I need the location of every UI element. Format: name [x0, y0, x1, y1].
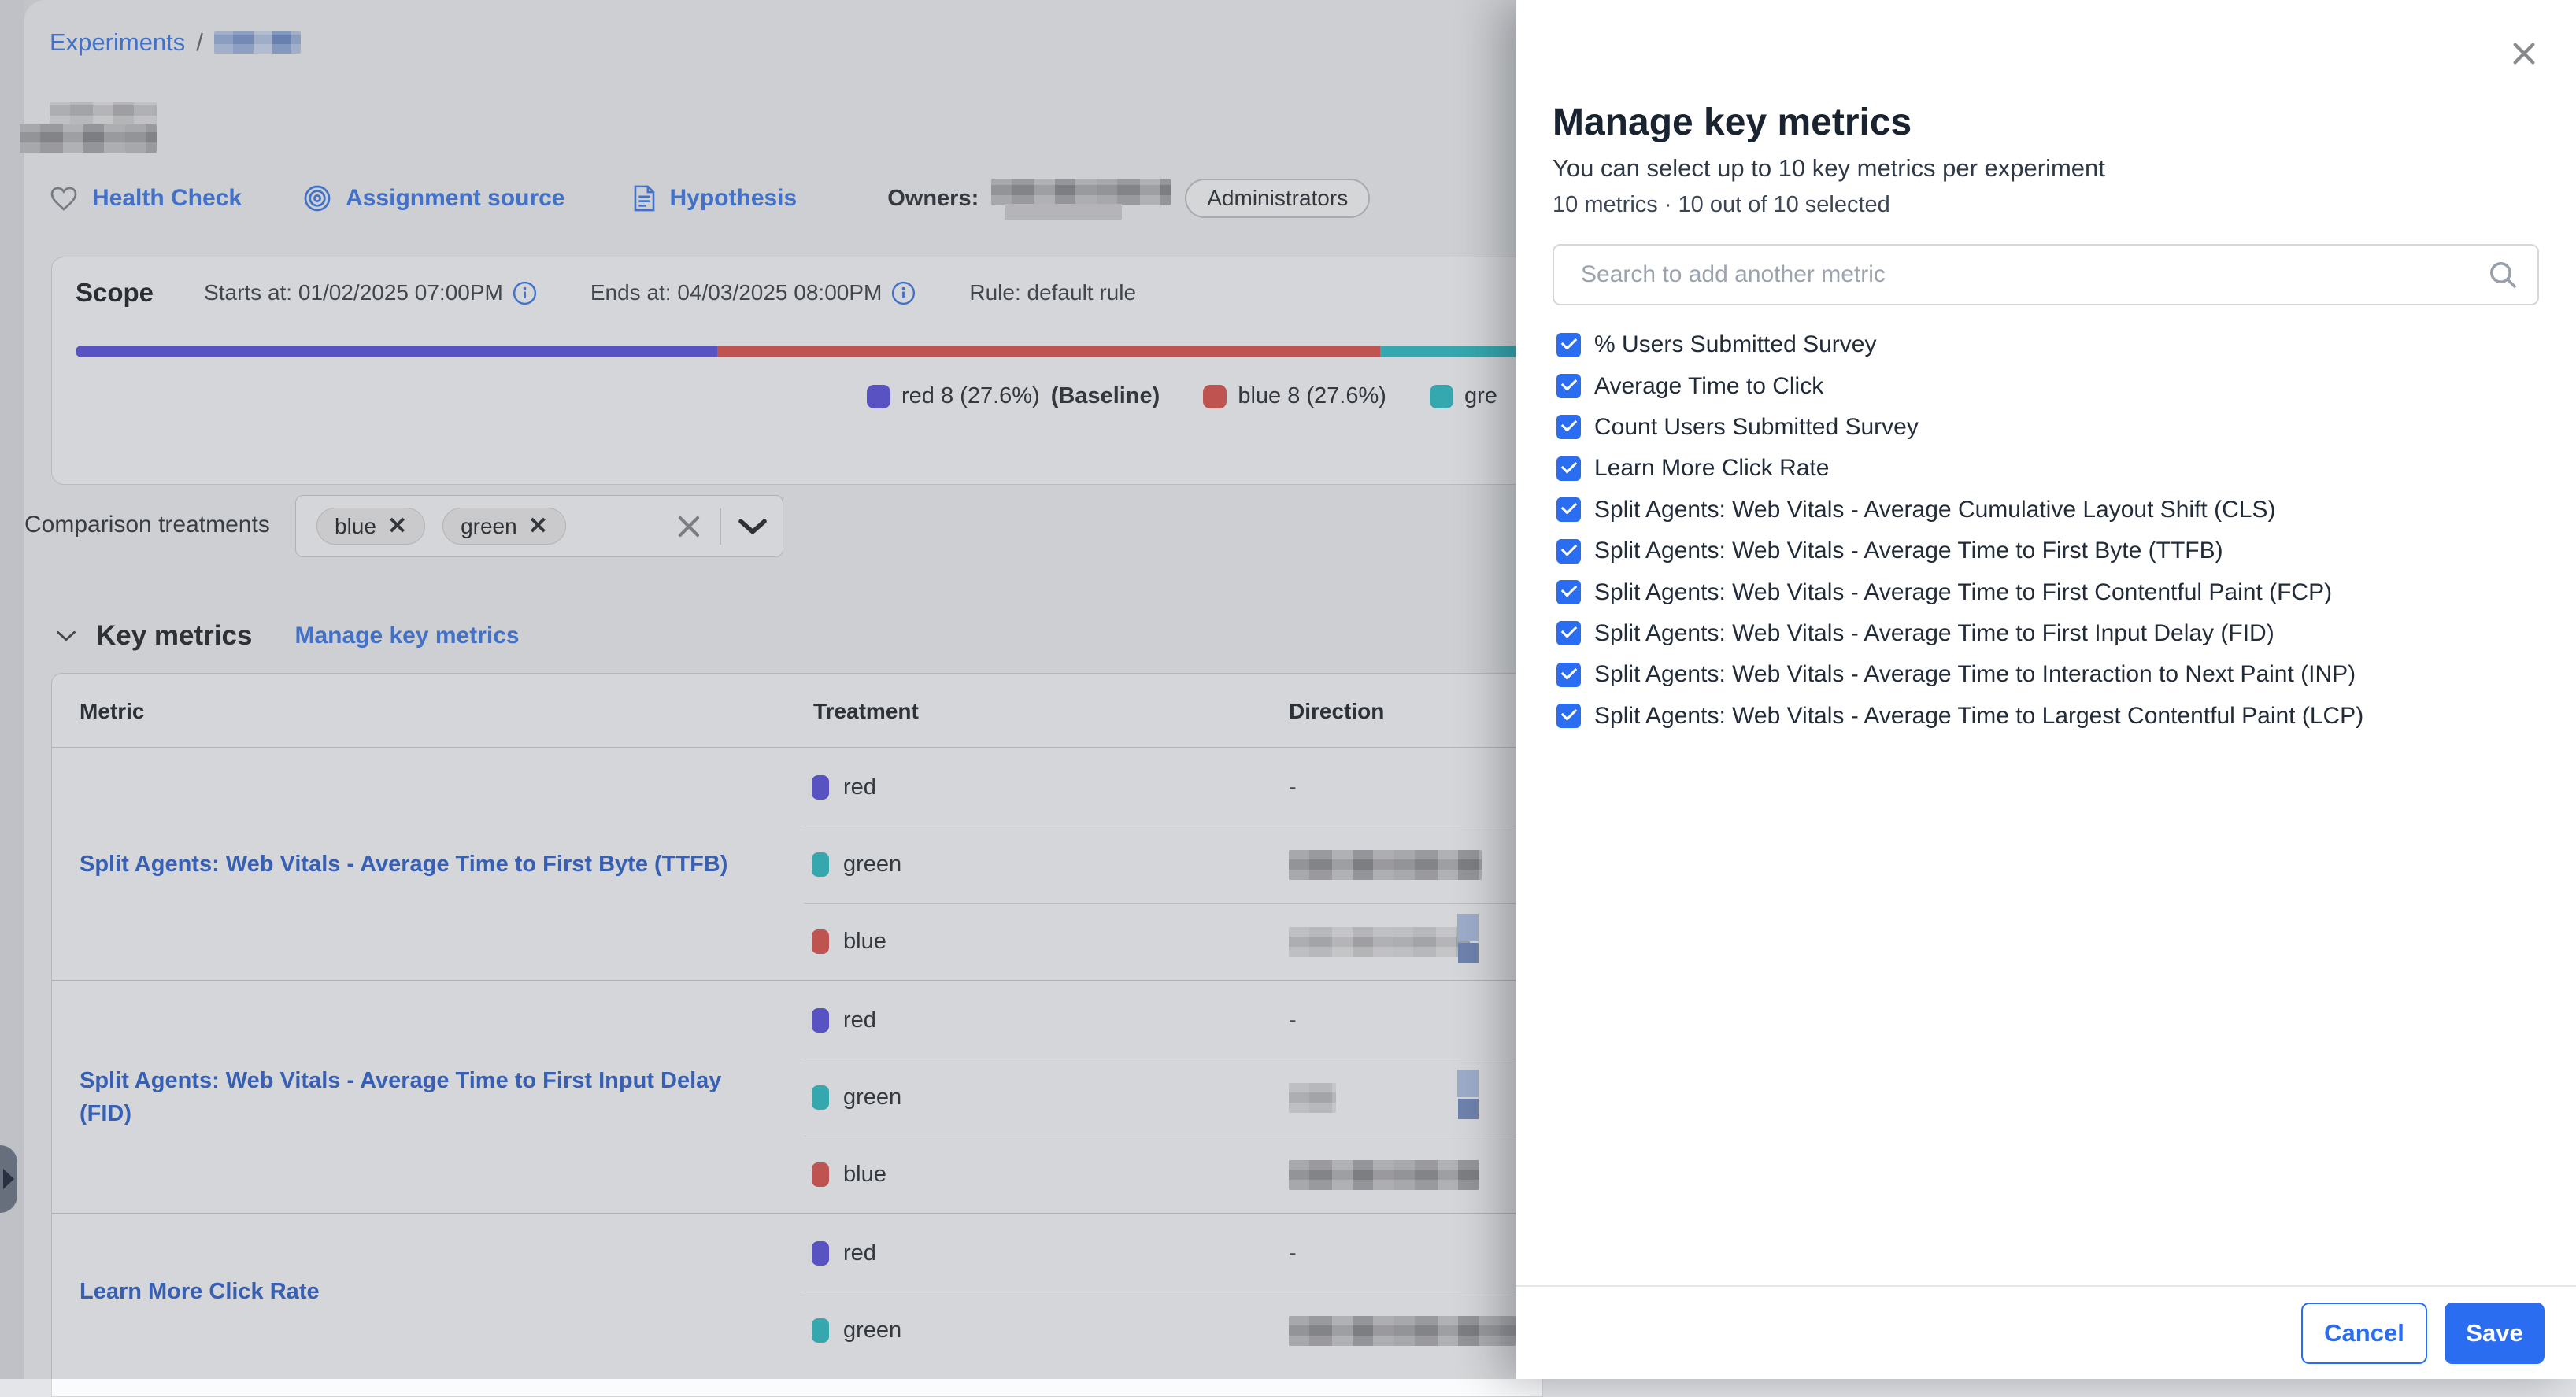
checkbox-checked[interactable] [1556, 333, 1581, 357]
metric-option[interactable]: Split Agents: Web Vitals - Average Time … [1553, 571, 2545, 612]
checkbox-checked[interactable] [1556, 415, 1581, 439]
checkbox-checked[interactable] [1556, 374, 1581, 398]
metric-option[interactable]: % Users Submitted Survey [1553, 324, 2545, 365]
metric-option[interactable]: Average Time to Click [1553, 365, 2545, 406]
metric-option-label: Average Time to Click [1594, 373, 1823, 400]
metric-search [1553, 244, 2539, 305]
drawer-selection-count: 10 metrics · 10 out of 10 selected [1553, 192, 1890, 218]
metric-option-label: Split Agents: Web Vitals - Average Time … [1594, 703, 2363, 730]
manage-key-metrics-drawer: Manage key metrics You can select up to … [1516, 0, 2576, 1379]
metric-option-label: Learn More Click Rate [1594, 455, 1829, 482]
drawer-title: Manage key metrics [1553, 101, 1912, 144]
close-button[interactable] [2505, 35, 2543, 72]
drawer-subtitle: You can select up to 10 key metrics per … [1553, 154, 2105, 183]
metric-search-input[interactable] [1553, 244, 2539, 305]
checkbox-checked[interactable] [1556, 621, 1581, 645]
checkbox-checked[interactable] [1556, 580, 1581, 604]
save-button[interactable]: Save [2445, 1303, 2545, 1364]
metric-option[interactable]: Learn More Click Rate [1553, 448, 2545, 489]
metric-option-label: Count Users Submitted Survey [1594, 414, 1919, 441]
checkbox-checked[interactable] [1556, 663, 1581, 687]
metric-option-label: Split Agents: Web Vitals - Average Time … [1594, 579, 2332, 606]
metric-option[interactable]: Split Agents: Web Vitals - Average Time … [1553, 696, 2545, 737]
metric-option-label: Split Agents: Web Vitals - Average Cumul… [1594, 497, 2275, 523]
metric-option-label: Split Agents: Web Vitals - Average Time … [1594, 620, 2274, 647]
checkbox-checked[interactable] [1556, 704, 1581, 728]
metric-option-label: % Users Submitted Survey [1594, 331, 1876, 358]
metric-option[interactable]: Split Agents: Web Vitals - Average Time … [1553, 530, 2545, 571]
metric-option[interactable]: Split Agents: Web Vitals - Average Cumul… [1553, 490, 2545, 530]
metric-option[interactable]: Split Agents: Web Vitals - Average Time … [1553, 613, 2545, 654]
metric-option[interactable]: Split Agents: Web Vitals - Average Time … [1553, 654, 2545, 695]
metric-option[interactable]: Count Users Submitted Survey [1553, 407, 2545, 448]
drawer-footer: Cancel Save [1516, 1285, 2576, 1379]
cancel-button[interactable]: Cancel [2301, 1303, 2427, 1364]
metric-option-label: Split Agents: Web Vitals - Average Time … [1594, 661, 2356, 688]
checkbox-checked[interactable] [1556, 456, 1581, 481]
search-icon [2487, 259, 2519, 290]
checkbox-checked[interactable] [1556, 497, 1581, 522]
close-icon [2511, 40, 2537, 67]
metric-checkbox-list: % Users Submitted Survey Average Time to … [1553, 324, 2545, 737]
checkbox-checked[interactable] [1556, 539, 1581, 564]
metric-option-label: Split Agents: Web Vitals - Average Time … [1594, 538, 2223, 564]
